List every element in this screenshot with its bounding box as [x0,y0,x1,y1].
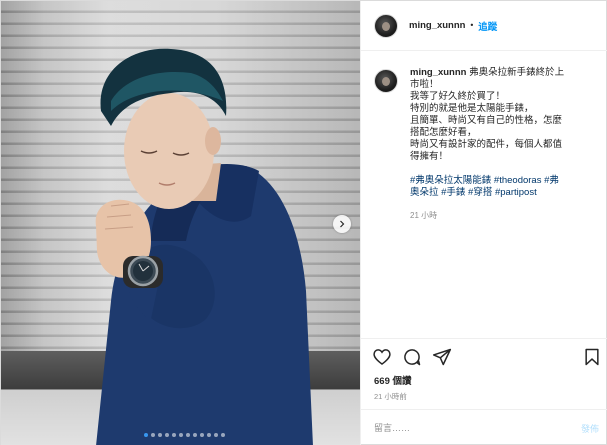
follow-button[interactable]: 追蹤 [478,19,497,33]
carousel-dot [179,433,183,437]
carousel-dot [186,433,190,437]
caption-line: 特別的就是他是太陽能手錶， [410,103,534,114]
post-side-panel: ming_xunnn • 追蹤 ming_xunnn 弗奧朵拉新手錶終於上 市啦… [360,1,607,445]
carousel-dots [144,433,225,437]
action-bar [361,338,607,376]
avatar[interactable] [374,69,398,93]
hashtag-line[interactable]: 奧朵拉 #手錶 #穿搭 #partipost [410,187,595,199]
comment-timestamp[interactable]: 21 小時 [410,210,595,222]
carousel-dot [151,433,155,437]
post-timestamp[interactable]: 21 小時前 [374,391,407,402]
carousel-dot [158,433,162,437]
caption-line: 搭配怎麼好看， [410,127,477,138]
post-window: ming_xunnn • 追蹤 ming_xunnn 弗奧朵拉新手錶終於上 市啦… [0,0,607,445]
dot-separator: • [469,21,475,30]
caption-line: 我等了好久終於買了！ [410,91,506,102]
carousel-dot [221,433,225,437]
bookmark-icon[interactable] [582,347,602,367]
caption-text: ming_xunnn 弗奧朵拉新手錶終於上 市啦！ 我等了好久終於買了！ 特別的… [410,67,595,222]
carousel-dot [214,433,218,437]
caption-username[interactable]: ming_xunnn [410,67,466,78]
caption-line-text: 弗奧朵拉新手錶終於上 [469,67,565,78]
comment-icon[interactable] [402,347,422,367]
share-icon[interactable] [432,347,452,367]
carousel-dot [144,433,148,437]
carousel-next-button[interactable] [333,215,351,233]
carousel-dot [207,433,211,437]
caption-line: 市啦！ [410,79,439,90]
username-link[interactable]: ming_xunnn [409,20,465,31]
carousel-dot [200,433,204,437]
caption-comment: ming_xunnn 弗奧朵拉新手錶終於上 市啦！ 我等了好久終於買了！ 特別的… [374,67,599,222]
comment-bar: 發佈 [361,409,607,445]
heart-icon[interactable] [372,347,392,367]
like-count[interactable]: 669 個讚 [374,373,412,387]
carousel-dot [165,433,169,437]
post-photo[interactable] [1,1,360,445]
caption-line: 時尚又有設計家的配件，每個人都值 [410,139,563,150]
hashtag-line[interactable]: #弗奧朵拉太陽能錶 #theodoras #弗 [410,175,595,187]
chevron-right-icon [340,220,345,228]
avatar[interactable] [374,13,398,38]
caption-line: 得擁有！ [410,151,449,162]
caption-line: ming_xunnn 弗奧朵拉新手錶終於上 [410,67,595,79]
carousel-dot [172,433,176,437]
person-with-watch-image [95,48,313,445]
post-comment-button[interactable]: 發佈 [581,422,599,435]
caption-line: 且簡單、時尚又有自己的性格，怎麼 [410,115,563,126]
post-header: ming_xunnn • 追蹤 [361,1,607,51]
comment-input[interactable] [374,419,554,437]
carousel-dot [193,433,197,437]
